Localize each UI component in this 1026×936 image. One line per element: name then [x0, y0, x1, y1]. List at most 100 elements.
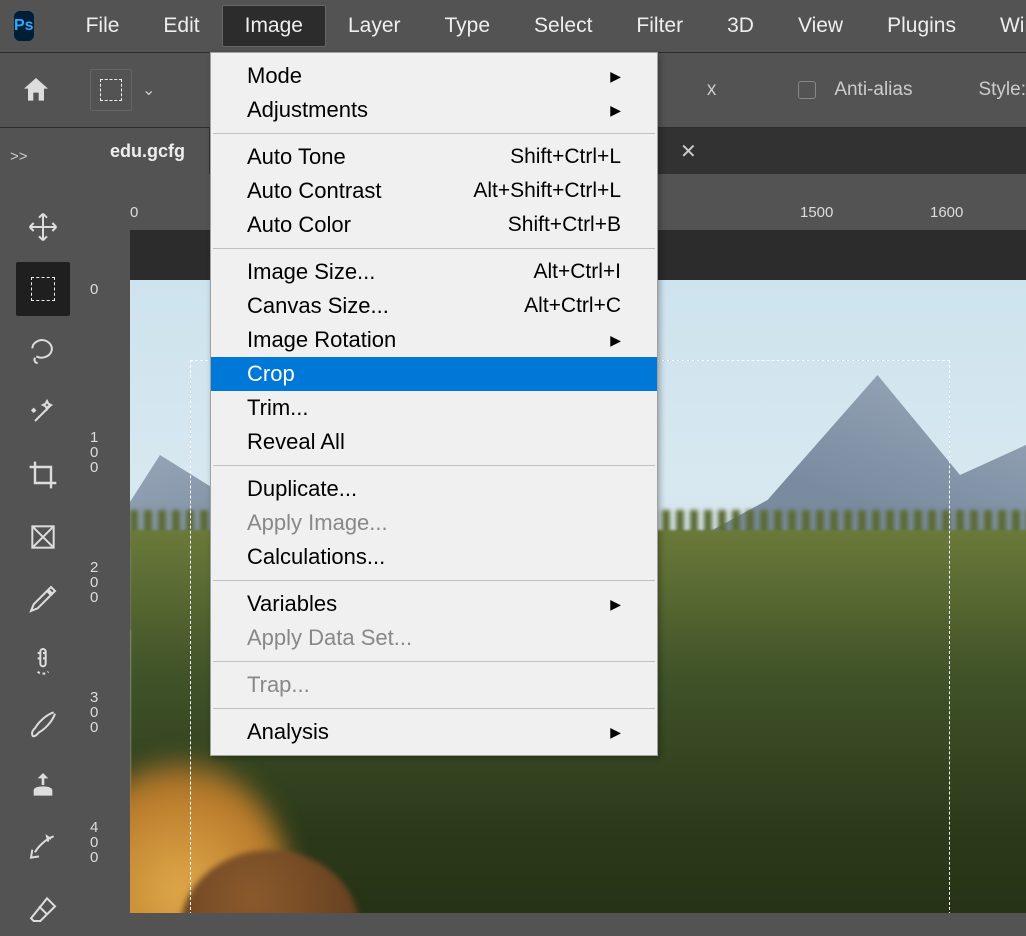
- menu-edit[interactable]: Edit: [141, 6, 221, 46]
- home-icon[interactable]: [20, 74, 52, 106]
- close-icon[interactable]: ✕: [680, 139, 697, 164]
- menu-item-label: Apply Image...: [247, 510, 388, 536]
- menu-separator: [213, 465, 655, 466]
- menu-file[interactable]: File: [64, 6, 142, 46]
- menu-item-analysis[interactable]: Analysis ▶: [211, 715, 657, 749]
- menu-plugins[interactable]: Plugins: [865, 6, 978, 46]
- menu-item-label: Auto Tone: [247, 144, 346, 170]
- menu-separator: [213, 133, 655, 134]
- marquee-icon: [100, 79, 122, 101]
- menu-3d[interactable]: 3D: [705, 6, 776, 46]
- submenu-arrow-icon: ▶: [610, 102, 621, 119]
- anti-alias-label: Anti-alias: [834, 79, 912, 101]
- brush-tool[interactable]: [16, 696, 70, 750]
- menu-item-apply-image: Apply Image...: [211, 506, 657, 540]
- image-menu-dropdown: Mode▶Adjustments▶Auto ToneShift+Ctrl+LAu…: [210, 52, 658, 756]
- menu-filter[interactable]: Filter: [614, 6, 705, 46]
- menu-item-label: Analysis: [247, 719, 329, 745]
- chevron-down-icon: ⌄: [142, 80, 155, 100]
- menu-item-trap: Trap...: [211, 668, 657, 702]
- menu-window[interactable]: Window: [978, 6, 1026, 46]
- menu-item-reveal-all[interactable]: Reveal All: [211, 425, 657, 459]
- menu-item-label: Trim...: [247, 395, 309, 421]
- ruler-tick: 4 0 0: [90, 820, 98, 865]
- menu-item-label: Duplicate...: [247, 476, 357, 502]
- menu-item-crop[interactable]: Crop: [211, 357, 657, 391]
- menu-item-mode[interactable]: Mode ▶: [211, 59, 657, 93]
- eraser-tool[interactable]: [16, 882, 70, 936]
- submenu-arrow-icon: ▶: [610, 68, 621, 85]
- history-brush-tool[interactable]: [16, 820, 70, 874]
- menu-item-label: Image Size...: [247, 259, 375, 285]
- crop-tool[interactable]: [16, 448, 70, 502]
- menu-item-label: Crop: [247, 361, 295, 387]
- menu-item-variables[interactable]: Variables ▶: [211, 587, 657, 621]
- spot-healing-tool[interactable]: [16, 634, 70, 688]
- document-tab-title: edu.gcfg: [110, 141, 185, 162]
- lasso-tool[interactable]: [16, 324, 70, 378]
- menu-item-auto-tone[interactable]: Auto Tone Shift+Ctrl+L: [211, 140, 657, 174]
- frame-tool[interactable]: [16, 510, 70, 564]
- width-suffix: x: [707, 79, 717, 101]
- menu-item-shortcut: Shift+Ctrl+L: [510, 145, 621, 169]
- ruler-tick: 2 0 0: [90, 560, 98, 605]
- ruler-vertical[interactable]: 0 1 0 0 2 0 0 3 0 0 4 0 0: [86, 230, 130, 913]
- menu-item-label: Variables: [247, 591, 337, 617]
- submenu-arrow-icon: ▶: [610, 596, 621, 613]
- menu-item-duplicate[interactable]: Duplicate...: [211, 472, 657, 506]
- ruler-tick: 0: [130, 204, 138, 221]
- ruler-tick: 1 0 0: [90, 430, 98, 475]
- menu-item-shortcut: Alt+Shift+Ctrl+L: [473, 179, 621, 203]
- menu-layer[interactable]: Layer: [326, 6, 423, 46]
- menu-item-apply-data-set: Apply Data Set...: [211, 621, 657, 655]
- submenu-arrow-icon: ▶: [610, 724, 621, 741]
- menu-item-shortcut: Alt+Ctrl+I: [533, 260, 621, 284]
- menu-separator: [213, 248, 655, 249]
- menu-item-shortcut: Shift+Ctrl+B: [508, 213, 621, 237]
- menu-item-canvas-size[interactable]: Canvas Size... Alt+Ctrl+C: [211, 289, 657, 323]
- menu-item-label: Apply Data Set...: [247, 625, 412, 651]
- document-tab[interactable]: edu.gcfg: [86, 128, 209, 174]
- ruler-tick: 1600: [930, 204, 963, 221]
- menu-view[interactable]: View: [776, 6, 865, 46]
- menu-item-label: Image Rotation: [247, 327, 396, 353]
- menu-select[interactable]: Select: [512, 6, 614, 46]
- ruler-strip: [0, 174, 86, 200]
- menu-separator: [213, 661, 655, 662]
- menu-item-image-rotation[interactable]: Image Rotation ▶: [211, 323, 657, 357]
- expand-panels-icon[interactable]: >>: [10, 148, 28, 165]
- menu-item-image-size[interactable]: Image Size... Alt+Ctrl+I: [211, 255, 657, 289]
- menu-separator: [213, 708, 655, 709]
- menu-item-auto-contrast[interactable]: Auto Contrast Alt+Shift+Ctrl+L: [211, 174, 657, 208]
- menu-item-adjustments[interactable]: Adjustments▶: [211, 93, 657, 127]
- tools-panel: [0, 174, 86, 914]
- menu-item-shortcut: Alt+Ctrl+C: [524, 294, 621, 318]
- ruler-tick: 3 0 0: [90, 690, 98, 735]
- menubar: Ps File Edit Image Layer Type Select Fil…: [0, 0, 1026, 52]
- marquee-tool[interactable]: [16, 262, 70, 316]
- menu-item-label: Canvas Size...: [247, 293, 389, 319]
- menu-item-calculations[interactable]: Calculations...: [211, 540, 657, 574]
- tool-preset-picker[interactable]: [90, 69, 132, 111]
- menu-item-label: Mode: [247, 63, 302, 89]
- menu-item-label: Trap...: [247, 672, 310, 698]
- menu-type[interactable]: Type: [423, 6, 513, 46]
- menu-item-label: Calculations...: [247, 544, 385, 570]
- style-label: Style:: [978, 79, 1026, 101]
- eyedropper-tool[interactable]: [16, 572, 70, 626]
- clone-stamp-tool[interactable]: [16, 758, 70, 812]
- ruler-tick: 1500: [800, 204, 833, 221]
- menu-separator: [213, 580, 655, 581]
- menu-image[interactable]: Image: [222, 5, 326, 47]
- ruler-tick: 0: [90, 282, 98, 297]
- submenu-arrow-icon: ▶: [610, 332, 621, 349]
- menu-item-label: Auto Color: [247, 212, 351, 238]
- menu-item-label: Reveal All: [247, 429, 345, 455]
- anti-alias-checkbox[interactable]: [798, 81, 816, 99]
- menu-item-auto-color[interactable]: Auto Color Shift+Ctrl+B: [211, 208, 657, 242]
- move-tool[interactable]: [16, 200, 70, 254]
- ps-logo: Ps: [14, 11, 34, 41]
- magic-wand-tool[interactable]: [16, 386, 70, 440]
- menu-item-trim[interactable]: Trim...: [211, 391, 657, 425]
- menu-item-label: Auto Contrast: [247, 178, 382, 204]
